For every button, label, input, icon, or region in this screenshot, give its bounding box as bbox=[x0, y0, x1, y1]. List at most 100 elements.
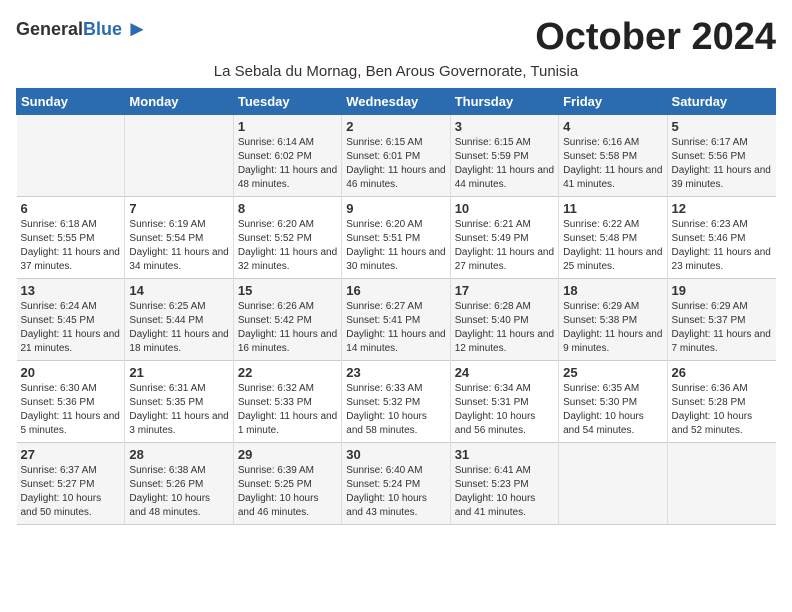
day-number: 26 bbox=[672, 365, 772, 380]
day-number: 22 bbox=[238, 365, 337, 380]
cell-info: Sunrise: 6:34 AM Sunset: 5:31 PM Dayligh… bbox=[455, 382, 554, 438]
logo: GeneralBlue ► bbox=[16, 16, 148, 42]
calendar-cell: 14 Sunrise: 6:25 AM Sunset: 5:44 PM Dayli… bbox=[125, 279, 233, 361]
cell-info: Sunrise: 6:28 AM Sunset: 5:40 PM Dayligh… bbox=[455, 300, 554, 356]
cell-info: Sunrise: 6:19 AM Sunset: 5:54 PM Dayligh… bbox=[129, 218, 228, 274]
cell-info: Sunrise: 6:41 AM Sunset: 5:23 PM Dayligh… bbox=[455, 464, 554, 520]
calendar-table: SundayMondayTuesdayWednesdayThursdayFrid… bbox=[16, 88, 776, 525]
column-header-wednesday: Wednesday bbox=[342, 89, 450, 115]
day-number: 5 bbox=[672, 119, 772, 134]
column-header-friday: Friday bbox=[559, 89, 667, 115]
calendar-cell: 7 Sunrise: 6:19 AM Sunset: 5:54 PM Daylig… bbox=[125, 197, 233, 279]
day-number: 10 bbox=[455, 201, 554, 216]
logo-general: General bbox=[16, 19, 83, 39]
day-number: 11 bbox=[563, 201, 662, 216]
calendar-cell bbox=[125, 115, 233, 197]
cell-info: Sunrise: 6:21 AM Sunset: 5:49 PM Dayligh… bbox=[455, 218, 554, 274]
cell-info: Sunrise: 6:37 AM Sunset: 5:27 PM Dayligh… bbox=[21, 464, 121, 520]
cell-info: Sunrise: 6:39 AM Sunset: 5:25 PM Dayligh… bbox=[238, 464, 337, 520]
page-header: GeneralBlue ► October 2024 bbox=[16, 16, 776, 59]
calendar-cell bbox=[667, 443, 775, 525]
calendar-cell: 25 Sunrise: 6:35 AM Sunset: 5:30 PM Dayli… bbox=[559, 361, 667, 443]
column-header-saturday: Saturday bbox=[667, 89, 775, 115]
logo-blue: Blue bbox=[83, 19, 122, 39]
cell-info: Sunrise: 6:31 AM Sunset: 5:35 PM Dayligh… bbox=[129, 382, 228, 438]
cell-info: Sunrise: 6:30 AM Sunset: 5:36 PM Dayligh… bbox=[21, 382, 121, 438]
cell-info: Sunrise: 6:35 AM Sunset: 5:30 PM Dayligh… bbox=[563, 382, 662, 438]
day-number: 4 bbox=[563, 119, 662, 134]
calendar-week-5: 27 Sunrise: 6:37 AM Sunset: 5:27 PM Dayli… bbox=[17, 443, 776, 525]
calendar-header-row: SundayMondayTuesdayWednesdayThursdayFrid… bbox=[17, 89, 776, 115]
cell-info: Sunrise: 6:18 AM Sunset: 5:55 PM Dayligh… bbox=[21, 218, 121, 274]
day-number: 9 bbox=[346, 201, 445, 216]
cell-info: Sunrise: 6:36 AM Sunset: 5:28 PM Dayligh… bbox=[672, 382, 772, 438]
cell-info: Sunrise: 6:15 AM Sunset: 5:59 PM Dayligh… bbox=[455, 136, 554, 192]
day-number: 24 bbox=[455, 365, 554, 380]
cell-info: Sunrise: 6:40 AM Sunset: 5:24 PM Dayligh… bbox=[346, 464, 445, 520]
cell-info: Sunrise: 6:23 AM Sunset: 5:46 PM Dayligh… bbox=[672, 218, 772, 274]
cell-info: Sunrise: 6:26 AM Sunset: 5:42 PM Dayligh… bbox=[238, 300, 337, 356]
day-number: 25 bbox=[563, 365, 662, 380]
calendar-week-2: 6Sunrise: 6:18 AM Sunset: 5:55 PM Daylig… bbox=[17, 197, 776, 279]
calendar-cell: 31 Sunrise: 6:41 AM Sunset: 5:23 PM Dayli… bbox=[450, 443, 558, 525]
cell-info: Sunrise: 6:33 AM Sunset: 5:32 PM Dayligh… bbox=[346, 382, 445, 438]
day-number: 27 bbox=[21, 447, 121, 462]
cell-info: Sunrise: 6:20 AM Sunset: 5:52 PM Dayligh… bbox=[238, 218, 337, 274]
day-number: 18 bbox=[563, 283, 662, 298]
day-number: 31 bbox=[455, 447, 554, 462]
calendar-cell: 23 Sunrise: 6:33 AM Sunset: 5:32 PM Dayli… bbox=[342, 361, 450, 443]
location-subtitle: La Sebala du Mornag, Ben Arous Governora… bbox=[16, 63, 776, 80]
calendar-cell: 21Sunrise: 6:31 AM Sunset: 5:35 PM Dayli… bbox=[125, 361, 233, 443]
column-header-thursday: Thursday bbox=[450, 89, 558, 115]
calendar-cell: 16Sunrise: 6:27 AM Sunset: 5:41 PM Dayli… bbox=[342, 279, 450, 361]
calendar-cell: 30 Sunrise: 6:40 AM Sunset: 5:24 PM Dayli… bbox=[342, 443, 450, 525]
day-number: 3 bbox=[455, 119, 554, 134]
calendar-cell: 29 Sunrise: 6:39 AM Sunset: 5:25 PM Dayli… bbox=[233, 443, 341, 525]
day-number: 23 bbox=[346, 365, 445, 380]
day-number: 13 bbox=[21, 283, 121, 298]
month-title: October 2024 bbox=[535, 16, 776, 59]
cell-info: Sunrise: 6:20 AM Sunset: 5:51 PM Dayligh… bbox=[346, 218, 445, 274]
cell-info: Sunrise: 6:29 AM Sunset: 5:37 PM Dayligh… bbox=[672, 300, 772, 356]
day-number: 29 bbox=[238, 447, 337, 462]
calendar-cell: 17 Sunrise: 6:28 AM Sunset: 5:40 PM Dayli… bbox=[450, 279, 558, 361]
day-number: 7 bbox=[129, 201, 228, 216]
calendar-week-1: 1 Sunrise: 6:14 AM Sunset: 6:02 PM Daylig… bbox=[17, 115, 776, 197]
cell-info: Sunrise: 6:16 AM Sunset: 5:58 PM Dayligh… bbox=[563, 136, 662, 192]
day-number: 30 bbox=[346, 447, 445, 462]
calendar-cell: 10 Sunrise: 6:21 AM Sunset: 5:49 PM Dayli… bbox=[450, 197, 558, 279]
calendar-week-3: 13 Sunrise: 6:24 AM Sunset: 5:45 PM Dayli… bbox=[17, 279, 776, 361]
day-number: 28 bbox=[129, 447, 228, 462]
calendar-cell: 22Sunrise: 6:32 AM Sunset: 5:33 PM Dayli… bbox=[233, 361, 341, 443]
cell-info: Sunrise: 6:15 AM Sunset: 6:01 PM Dayligh… bbox=[346, 136, 445, 192]
calendar-cell: 4 Sunrise: 6:16 AM Sunset: 5:58 PM Daylig… bbox=[559, 115, 667, 197]
calendar-cell: 18 Sunrise: 6:29 AM Sunset: 5:38 PM Dayli… bbox=[559, 279, 667, 361]
calendar-cell: 15Sunrise: 6:26 AM Sunset: 5:42 PM Dayli… bbox=[233, 279, 341, 361]
calendar-cell: 19Sunrise: 6:29 AM Sunset: 5:37 PM Dayli… bbox=[667, 279, 775, 361]
day-number: 14 bbox=[129, 283, 228, 298]
calendar-cell: 9 Sunrise: 6:20 AM Sunset: 5:51 PM Daylig… bbox=[342, 197, 450, 279]
cell-info: Sunrise: 6:29 AM Sunset: 5:38 PM Dayligh… bbox=[563, 300, 662, 356]
calendar-cell: 8Sunrise: 6:20 AM Sunset: 5:52 PM Daylig… bbox=[233, 197, 341, 279]
calendar-cell: 26 Sunrise: 6:36 AM Sunset: 5:28 PM Dayli… bbox=[667, 361, 775, 443]
calendar-cell: 3 Sunrise: 6:15 AM Sunset: 5:59 PM Daylig… bbox=[450, 115, 558, 197]
day-number: 12 bbox=[672, 201, 772, 216]
cell-info: Sunrise: 6:25 AM Sunset: 5:44 PM Dayligh… bbox=[129, 300, 228, 356]
logo-bird-icon: ► bbox=[126, 16, 148, 42]
calendar-cell: 13 Sunrise: 6:24 AM Sunset: 5:45 PM Dayli… bbox=[17, 279, 125, 361]
calendar-cell: 20 Sunrise: 6:30 AM Sunset: 5:36 PM Dayli… bbox=[17, 361, 125, 443]
column-header-sunday: Sunday bbox=[17, 89, 125, 115]
day-number: 1 bbox=[238, 119, 337, 134]
calendar-cell: 6Sunrise: 6:18 AM Sunset: 5:55 PM Daylig… bbox=[17, 197, 125, 279]
day-number: 17 bbox=[455, 283, 554, 298]
day-number: 20 bbox=[21, 365, 121, 380]
calendar-cell: 2 Sunrise: 6:15 AM Sunset: 6:01 PM Daylig… bbox=[342, 115, 450, 197]
calendar-cell: 5Sunrise: 6:17 AM Sunset: 5:56 PM Daylig… bbox=[667, 115, 775, 197]
day-number: 2 bbox=[346, 119, 445, 134]
calendar-cell bbox=[559, 443, 667, 525]
cell-info: Sunrise: 6:14 AM Sunset: 6:02 PM Dayligh… bbox=[238, 136, 337, 192]
column-header-monday: Monday bbox=[125, 89, 233, 115]
column-header-tuesday: Tuesday bbox=[233, 89, 341, 115]
cell-info: Sunrise: 6:24 AM Sunset: 5:45 PM Dayligh… bbox=[21, 300, 121, 356]
calendar-cell: 1 Sunrise: 6:14 AM Sunset: 6:02 PM Daylig… bbox=[233, 115, 341, 197]
